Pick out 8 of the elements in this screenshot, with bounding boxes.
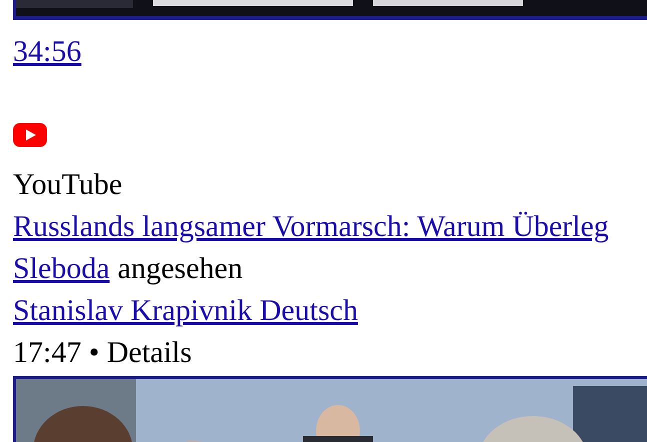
channel-link[interactable]: Stanislav Krapivnik Deutsch xyxy=(13,290,358,332)
source-label: YouTube xyxy=(13,167,122,203)
video-duration-link[interactable]: 34:56 xyxy=(13,31,82,73)
play-logo-icon xyxy=(13,123,47,147)
video-meta: 17:47 • Details xyxy=(13,335,192,371)
viewed-label: angesehen xyxy=(118,252,243,285)
video-title-link[interactable]: Russlands langsamer Vormarsch: Warum Überleg xyxy=(13,206,609,248)
viewer-link[interactable]: Sleboda xyxy=(13,252,110,285)
